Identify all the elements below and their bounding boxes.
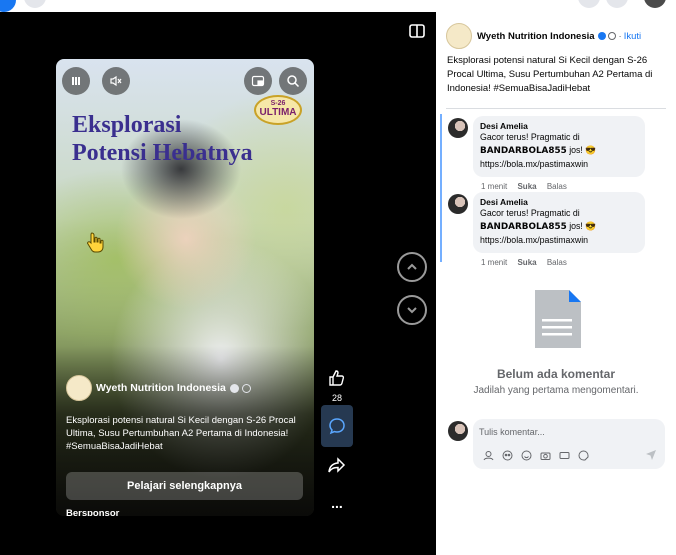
comment-action[interactable] (321, 405, 353, 447)
facebook-logo-icon[interactable] (0, 0, 16, 12)
menu-button[interactable] (578, 0, 600, 8)
comment-reply-button[interactable]: Balas (547, 182, 567, 191)
separator-dot: · (618, 30, 622, 42)
commenter-avatar[interactable] (448, 194, 468, 214)
comment-bubble-icon (329, 418, 345, 435)
comment-body: Gacor terus! Pragmatic di BANDARBOLA855 … (480, 131, 637, 171)
nav-button[interactable] (24, 0, 46, 8)
verified-badge-icon (597, 32, 606, 40)
comment-body: Gacor terus! Pragmatic di BANDARBOLA855 … (480, 207, 637, 247)
sticker-icon[interactable] (576, 448, 590, 462)
divider (446, 108, 666, 109)
video-headline: Eksplorasi Potensi Hebatnya (72, 111, 253, 167)
globe-icon (607, 32, 616, 40)
badge-big-text: ULTIMA (259, 107, 297, 118)
headline-line-2: Potensi Hebatnya (72, 140, 253, 166)
emoji-icon[interactable] (519, 448, 533, 462)
comment-text: Gacor terus! Pragmatic di (480, 208, 580, 218)
composer-avatar[interactable] (448, 421, 468, 441)
pause-icon (72, 77, 80, 85)
avatar-sticker-icon[interactable] (481, 448, 495, 462)
comment-input[interactable] (479, 423, 659, 441)
previous-video-button[interactable] (397, 252, 427, 282)
video-search-button[interactable] (279, 67, 307, 95)
comment-bold-text: BANDARBOLA855 (480, 222, 567, 232)
comment-like-button[interactable]: Suka (517, 182, 536, 191)
verified-badge-icon (229, 383, 239, 393)
composer-toolbar (481, 448, 595, 462)
comment-link[interactable]: https://bola.mx/pastimaxwin (480, 235, 588, 245)
comment-meta: 1 menit Suka Balas (481, 182, 575, 191)
chevron-down-icon (407, 307, 417, 314)
comment-like-button[interactable]: Suka (517, 258, 536, 267)
mute-button[interactable] (102, 67, 130, 95)
learn-more-button[interactable]: Pelajari selengkapnya (66, 472, 303, 500)
video-player[interactable]: S-26 ULTIMA Eksplorasi Potensi Hebatnya … (56, 59, 314, 516)
empty-comments-title: Belum ada komentar (496, 367, 616, 381)
comment-bubble: Desi Amelia Gacor terus! Pragmatic di BA… (473, 192, 645, 253)
comment-text: Gacor terus! Pragmatic di (480, 132, 580, 142)
comment-text-end: jos! 😎 (569, 221, 597, 231)
notifications-button[interactable] (606, 0, 628, 8)
mute-icon (110, 75, 122, 87)
video-page-name[interactable]: Wyeth Nutrition Indonesia (96, 382, 226, 394)
comment-thread-line (440, 114, 442, 262)
page-logo[interactable] (66, 375, 92, 401)
comment-bold-text: BANDARBOLA855 (480, 146, 567, 156)
video-caption: Eksplorasi potensi natural Si Kecil deng… (66, 415, 296, 452)
comment-author[interactable]: Desi Amelia (480, 197, 637, 207)
top-navigation-bar (0, 0, 676, 12)
more-options-button[interactable]: ... (327, 495, 347, 511)
camera-icon[interactable] (538, 448, 552, 462)
pause-button[interactable] (62, 67, 90, 95)
document-icon (535, 290, 581, 348)
post-text: Eksplorasi potensi natural Si Kecil deng… (447, 55, 653, 94)
commenter-avatar[interactable] (448, 118, 468, 138)
comment-time[interactable]: 1 menit (481, 258, 507, 267)
comment-meta: 1 menit Suka Balas (481, 258, 575, 267)
headline-line-1: Eksplorasi (72, 112, 182, 138)
video-page-info: Wyeth Nutrition Indonesia (66, 375, 251, 401)
search-icon (287, 75, 300, 88)
comment-author[interactable]: Desi Amelia (480, 121, 637, 131)
post-details-panel: Wyeth Nutrition Indonesia · Ikuti Eksplo… (436, 12, 676, 555)
empty-comments-subtitle: Jadilah yang pertama mengomentari. (473, 385, 639, 396)
comment-link[interactable]: https://bola.mx/pastimaxwin (480, 159, 588, 169)
picture-in-picture-icon (251, 75, 265, 87)
follow-button[interactable]: Ikuti (624, 31, 641, 42)
picture-in-picture-button[interactable] (244, 67, 272, 95)
hand-cursor-icon (87, 232, 104, 253)
profile-avatar[interactable] (644, 0, 666, 8)
like-count: 28 (331, 393, 342, 403)
like-action[interactable]: 28 (327, 369, 347, 403)
gif-icon[interactable] (500, 448, 514, 462)
thumbs-up-icon (329, 370, 345, 386)
globe-icon (241, 383, 251, 393)
comment-time[interactable]: 1 menit (481, 182, 507, 191)
send-icon[interactable] (645, 449, 657, 461)
comment-composer (473, 419, 665, 469)
sponsored-label[interactable]: Bersponsor (66, 508, 119, 516)
comment-text-end: jos! 😎 (569, 145, 597, 155)
s26-ultima-logo: S-26 ULTIMA (254, 95, 302, 125)
share-icon[interactable] (327, 455, 347, 475)
sidebar-toggle-icon[interactable] (408, 22, 426, 40)
badge-small-text: S-26 (270, 100, 286, 107)
comment-bubble: Desi Amelia Gacor terus! Pragmatic di BA… (473, 116, 645, 177)
gif-alt-icon[interactable] (557, 448, 571, 462)
page-logo[interactable] (446, 23, 472, 49)
chevron-up-icon (407, 263, 417, 270)
page-name[interactable]: Wyeth Nutrition Indonesia (477, 31, 595, 42)
comment-reply-button[interactable]: Balas (547, 258, 567, 267)
video-stage: S-26 ULTIMA Eksplorasi Potensi Hebatnya … (0, 12, 436, 555)
post-header: Wyeth Nutrition Indonesia · Ikuti (446, 23, 641, 49)
next-video-button[interactable] (397, 295, 427, 325)
